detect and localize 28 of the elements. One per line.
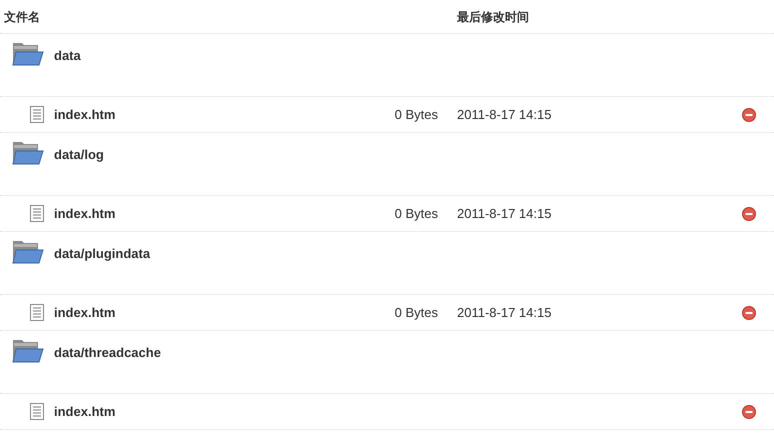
file-size: 0 Bytes [394,304,438,320]
delete-icon[interactable] [742,404,756,418]
folder-icon [12,139,44,165]
folder-icon [12,238,44,264]
delete-icon[interactable] [742,206,756,220]
modified-time: 2011-8-17 14:15 [457,304,552,320]
folder-icon [12,337,44,363]
file-size: 0 Bytes [394,206,438,221]
file-name[interactable]: index.htm [54,204,304,224]
file-name[interactable]: index.htm [54,104,304,124]
column-header: 文件名 [4,8,41,26]
modified-time: 2011-8-17 14:15 [457,106,552,122]
file-name[interactable]: index.htm [54,302,304,322]
document-icon [30,106,44,123]
file-size: 0 Bytes [394,106,438,122]
delete-icon[interactable] [742,108,756,122]
document-icon [30,403,44,420]
modified-time: 2011-8-17 14:15 [457,206,552,221]
folder-name[interactable]: data/plugindata [54,244,150,264]
column-header: 最后修改时间 [457,8,529,26]
file-name[interactable]: index.htm [54,402,304,422]
folder-name[interactable]: data/threadcache [54,343,161,362]
folder-icon [12,40,44,66]
folder-name[interactable]: data/log [54,145,104,164]
document-icon [30,205,44,222]
delete-icon[interactable] [742,306,756,320]
document-icon [30,304,44,321]
folder-name[interactable]: data [54,46,81,66]
